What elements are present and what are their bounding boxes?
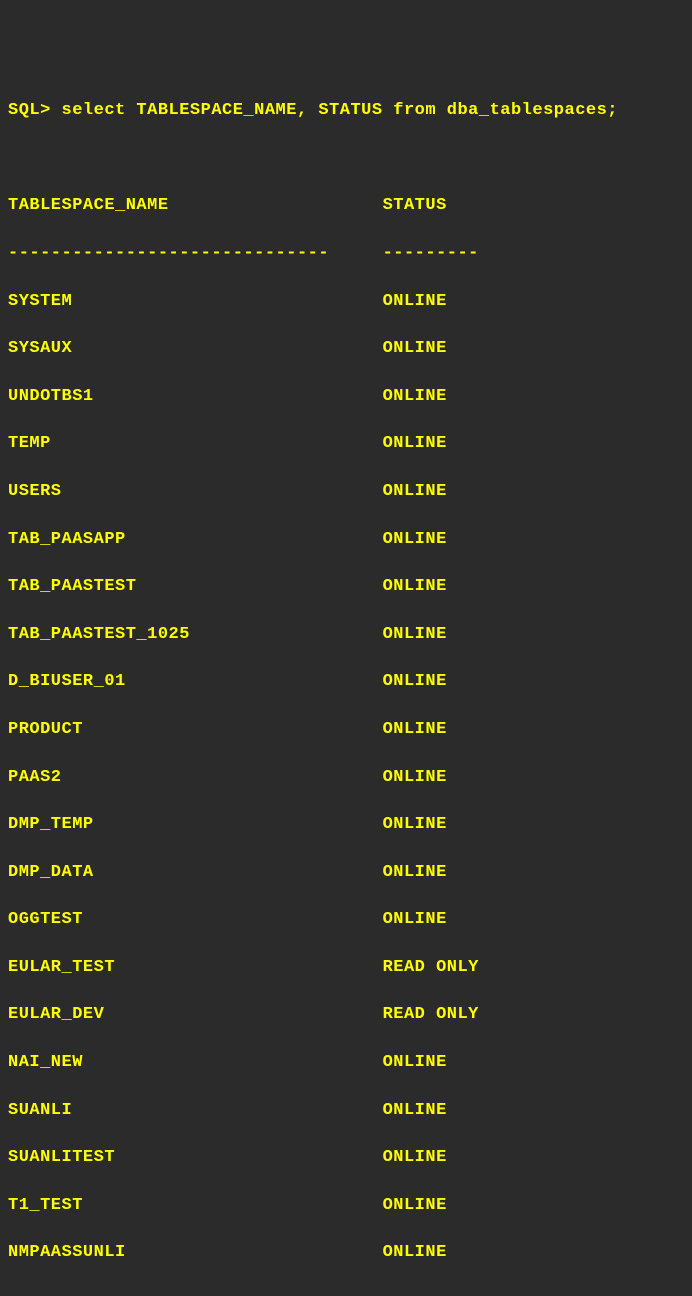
cell-tablespace-name: T1_TEST — [8, 1196, 383, 1215]
cell-tablespace-name: NMPAASSUNLI — [8, 1243, 383, 1262]
cell-tablespace-name: NAI_NEW — [8, 1053, 383, 1072]
cell-tablespace-name: SYSTEM — [8, 292, 383, 311]
result-rows: SYSTEM ONLINE SYSAUX ONLINE UNDOTBS1 ONL… — [8, 290, 684, 1266]
table-row: EULAR_TEST READ ONLY — [8, 956, 684, 980]
cell-tablespace-name: PRODUCT — [8, 720, 383, 739]
table-row: SUANLITEST ONLINE — [8, 1146, 684, 1170]
cell-status: ONLINE — [383, 815, 447, 834]
cell-status: ONLINE — [383, 625, 447, 644]
cell-tablespace-name: OGGTEST — [8, 910, 383, 929]
cell-status: ONLINE — [383, 672, 447, 691]
cell-status: READ ONLY — [383, 1005, 479, 1024]
terminal-output: SQL> select TABLESPACE_NAME, STATUS from… — [8, 99, 684, 1296]
cell-tablespace-name: USERS — [8, 482, 383, 501]
cell-status: ONLINE — [383, 768, 447, 787]
cell-tablespace-name: D_BIUSER_01 — [8, 672, 383, 691]
table-row: NMPAASSUNLI ONLINE — [8, 1241, 684, 1265]
cell-tablespace-name: EULAR_DEV — [8, 1005, 383, 1024]
table-row: SYSTEM ONLINE — [8, 290, 684, 314]
cell-tablespace-name: PAAS2 — [8, 768, 383, 787]
cell-status: ONLINE — [383, 863, 447, 882]
cell-tablespace-name: TAB_PAASAPP — [8, 530, 383, 549]
table-row: SUANLI ONLINE — [8, 1099, 684, 1123]
sql-query: select TABLESPACE_NAME, STATUS from dba_… — [62, 101, 619, 120]
cell-tablespace-name: SUANLI — [8, 1101, 383, 1120]
col-header-1: TABLESPACE_NAME — [8, 196, 383, 215]
cell-status: ONLINE — [383, 1243, 447, 1262]
cell-tablespace-name: DMP_DATA — [8, 863, 383, 882]
cell-status: ONLINE — [383, 1053, 447, 1072]
table-row: SYSAUX ONLINE — [8, 337, 684, 361]
cell-status: ONLINE — [383, 1196, 447, 1215]
table-row: T1_TEST ONLINE — [8, 1194, 684, 1218]
separator-line: ------------------------------ --------- — [8, 242, 684, 266]
table-row: TAB_PAASAPP ONLINE — [8, 528, 684, 552]
cell-tablespace-name: TEMP — [8, 434, 383, 453]
table-row: PAAS2 ONLINE — [8, 766, 684, 790]
table-row: EULAR_DEV READ ONLY — [8, 1003, 684, 1027]
table-row: DMP_DATA ONLINE — [8, 861, 684, 885]
cell-status: ONLINE — [383, 530, 447, 549]
table-row: USERS ONLINE — [8, 480, 684, 504]
table-row: TAB_PAASTEST_1025 ONLINE — [8, 623, 684, 647]
table-row: PRODUCT ONLINE — [8, 718, 684, 742]
table-row: DMP_TEMP ONLINE — [8, 813, 684, 837]
table-row: UNDOTBS1 ONLINE — [8, 385, 684, 409]
cell-status: ONLINE — [383, 482, 447, 501]
sep-1: ------------------------------ — [8, 244, 383, 263]
cell-tablespace-name: EULAR_TEST — [8, 958, 383, 977]
table-row: NAI_NEW ONLINE — [8, 1051, 684, 1075]
cell-status: ONLINE — [383, 387, 447, 406]
cell-tablespace-name: TAB_PAASTEST — [8, 577, 383, 596]
col-header-2: STATUS — [383, 196, 447, 215]
cell-status: ONLINE — [383, 1148, 447, 1167]
sep-2: --------- — [383, 244, 479, 263]
cell-status: ONLINE — [383, 910, 447, 929]
table-row: TAB_PAASTEST ONLINE — [8, 575, 684, 599]
cell-status: ONLINE — [383, 577, 447, 596]
table-row: D_BIUSER_01 ONLINE — [8, 670, 684, 694]
table-row: TEMP ONLINE — [8, 432, 684, 456]
cell-tablespace-name: UNDOTBS1 — [8, 387, 383, 406]
blank-line-2 — [8, 1289, 684, 1296]
cell-status: ONLINE — [383, 434, 447, 453]
cell-status: ONLINE — [383, 339, 447, 358]
cell-status: ONLINE — [383, 292, 447, 311]
cell-status: READ ONLY — [383, 958, 479, 977]
sql-prompt: SQL> — [8, 101, 51, 120]
cell-tablespace-name: SUANLITEST — [8, 1148, 383, 1167]
cell-tablespace-name: DMP_TEMP — [8, 815, 383, 834]
table-row: OGGTEST ONLINE — [8, 908, 684, 932]
cell-tablespace-name: TAB_PAASTEST_1025 — [8, 625, 383, 644]
cell-status: ONLINE — [383, 1101, 447, 1120]
column-headers: TABLESPACE_NAME STATUS — [8, 194, 684, 218]
sql-prompt-line: SQL> select TABLESPACE_NAME, STATUS from… — [8, 99, 684, 123]
cell-status: ONLINE — [383, 720, 447, 739]
cell-tablespace-name: SYSAUX — [8, 339, 383, 358]
blank-line — [8, 147, 684, 171]
